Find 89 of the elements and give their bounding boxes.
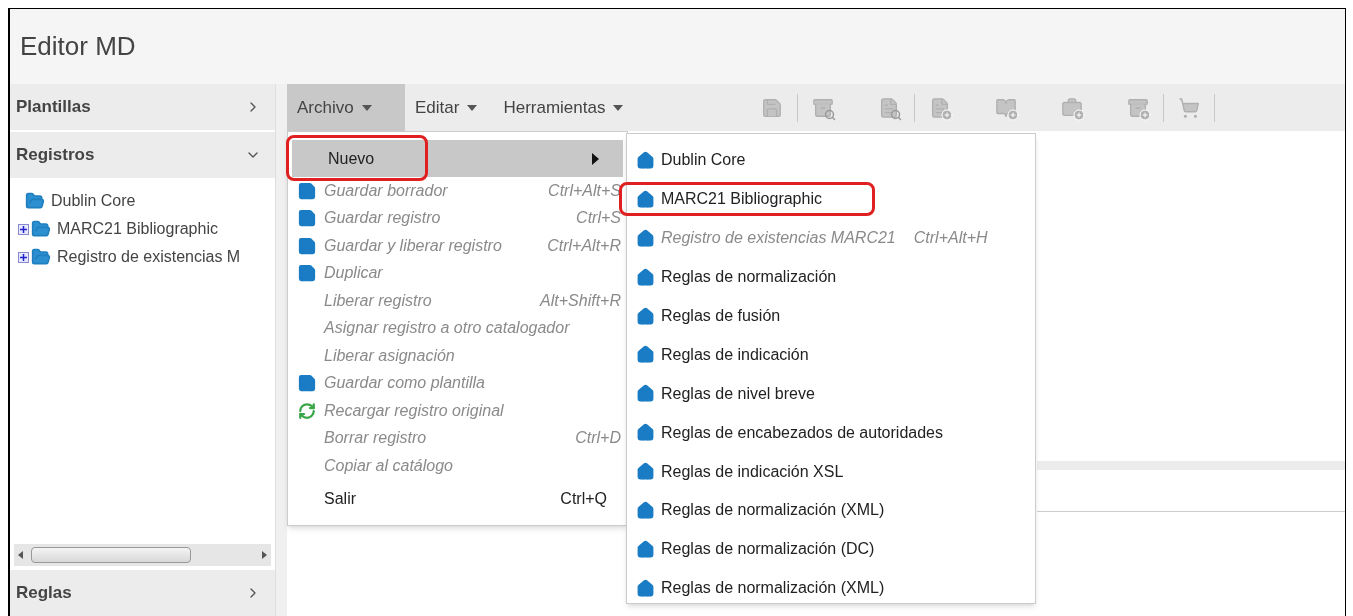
save-icon [297, 373, 317, 394]
shortcut-label: Ctrl+S [576, 208, 621, 229]
save-icon [297, 180, 317, 201]
submenu-item-label: Dublin Core [661, 150, 746, 171]
home-icon [636, 384, 655, 404]
panel-title: Plantillas [16, 96, 91, 119]
tree-item[interactable]: Registro de existencias M [57, 245, 241, 268]
home-icon [636, 306, 655, 326]
submenu-item[interactable]: Reglas de normalización (DC) [627, 529, 1035, 569]
menu-item-label: Liberar asignación [324, 345, 455, 366]
submenu-item-label: Reglas de normalización (XML) [661, 500, 885, 521]
home-icon [636, 267, 655, 287]
menu-item[interactable]: Salir Ctrl+Q [292, 485, 623, 513]
shortcut-label: Ctrl+Q [560, 489, 607, 510]
window-title: Editor MD [20, 30, 136, 63]
submenu-item[interactable]: Reglas de nivel breve [627, 374, 1035, 414]
submenu-item-label: Reglas de normalización (DC) [661, 539, 875, 560]
menu-button[interactable]: Archivo [287, 84, 405, 131]
home-icon [636, 150, 655, 170]
menu-item-label: Liberar registro [324, 290, 432, 311]
reload-icon [298, 401, 316, 420]
home-icon [636, 228, 655, 248]
submenu-item[interactable]: Reglas de normalización (XML) [627, 491, 1035, 530]
submenu-item[interactable]: Reglas de normalización [627, 257, 1035, 297]
submenu-item-label: Reglas de fusión [661, 306, 781, 326]
panel-header[interactable]: Plantillas [10, 84, 275, 130]
caret-icon [467, 104, 478, 111]
menu-item-label: Guardar registro [324, 208, 441, 229]
home-icon [636, 189, 655, 209]
menu-item-label: Guardar como plantilla [324, 373, 485, 394]
menu-button[interactable]: Editar [405, 84, 488, 131]
home-icon [636, 539, 655, 559]
submenu-arrow-icon [592, 152, 599, 165]
scrollbar-thumb[interactable] [31, 547, 191, 563]
submenu-item[interactable]: Dublin Core [627, 141, 1035, 180]
submenu-item-label: Reglas de normalización [661, 267, 837, 288]
home-icon [636, 500, 655, 520]
submenu-item[interactable]: Reglas de indicación [627, 335, 1035, 375]
menu-item-label: Nuevo [328, 148, 375, 169]
submenu-item-label: Reglas de indicación [661, 344, 809, 365]
submenu-item[interactable]: Reglas de fusión [627, 296, 1035, 336]
expand-icon[interactable] [18, 223, 29, 235]
submenu-item[interactable]: Reglas de normalización (XML) [627, 568, 1035, 608]
menu-item-label: Borrar registro [324, 428, 427, 449]
save-icon [297, 208, 317, 229]
submenu-item[interactable]: Reglas de indicación XSL [627, 452, 1035, 491]
save-icon [297, 263, 317, 284]
menu-item-label: Salir [324, 489, 356, 510]
panel-title: Registros [16, 144, 95, 167]
splitter[interactable] [275, 84, 287, 616]
menu-item-label: Asignar registro a otro catalogador [324, 318, 570, 339]
save-icon [297, 235, 317, 256]
home-icon [636, 462, 655, 482]
submenu-item-label: Reglas de encabezados de autoridades [661, 422, 943, 443]
folder-icon [25, 191, 45, 211]
tree-item[interactable]: MARC21 Bibliographic [57, 217, 218, 241]
panel-header[interactable]: Registros [10, 132, 275, 178]
panel-header[interactable]: Reglas [10, 570, 275, 616]
menu-item-label: Copiar al catálogo [324, 455, 453, 476]
caret-icon [361, 104, 372, 111]
shortcut-label: Ctrl+Alt+H [913, 228, 988, 249]
shortcut-label: Alt+Shift+R [540, 290, 621, 311]
submenu-item-label: Registro de existencias MARC21 [661, 228, 896, 249]
menu-item-label: Guardar y liberar registro [324, 235, 502, 256]
menu-button[interactable]: Herramientas [493, 84, 634, 131]
scroll-right-icon[interactable] [262, 551, 267, 559]
menu-item[interactable]: Nuevo [292, 140, 623, 177]
caret-icon [613, 104, 624, 111]
submenu-item[interactable]: Reglas de encabezados de autoridades [627, 413, 1035, 453]
menu-item-label: Guardar borrador [324, 180, 448, 201]
tree-item[interactable]: Dublin Core [51, 189, 136, 213]
submenu-item-label: Reglas de indicación XSL [661, 461, 844, 482]
submenu-item-label: Reglas de nivel breve [661, 383, 815, 404]
expand-icon[interactable] [18, 251, 29, 263]
shortcut-label: Ctrl+D [575, 428, 621, 449]
shortcut-label: Ctrl+Alt+R [547, 235, 621, 256]
menu-item-label: Duplicar [324, 263, 383, 284]
home-icon [636, 423, 655, 443]
folder-icon [31, 247, 51, 267]
scroll-left-icon[interactable] [18, 551, 23, 559]
home-icon [636, 578, 655, 598]
panel-title: Reglas [16, 582, 72, 605]
submenu-item[interactable]: MARC21 Bibliographic [627, 179, 1035, 219]
submenu-item-label: MARC21 Bibliographic [661, 189, 822, 210]
horizontal-scrollbar[interactable] [14, 544, 271, 566]
menu-item-label: Recargar registro original [324, 400, 504, 421]
home-icon [636, 345, 655, 365]
folder-icon [31, 219, 51, 239]
submenu-item-label: Reglas de normalización (XML) [661, 578, 885, 599]
